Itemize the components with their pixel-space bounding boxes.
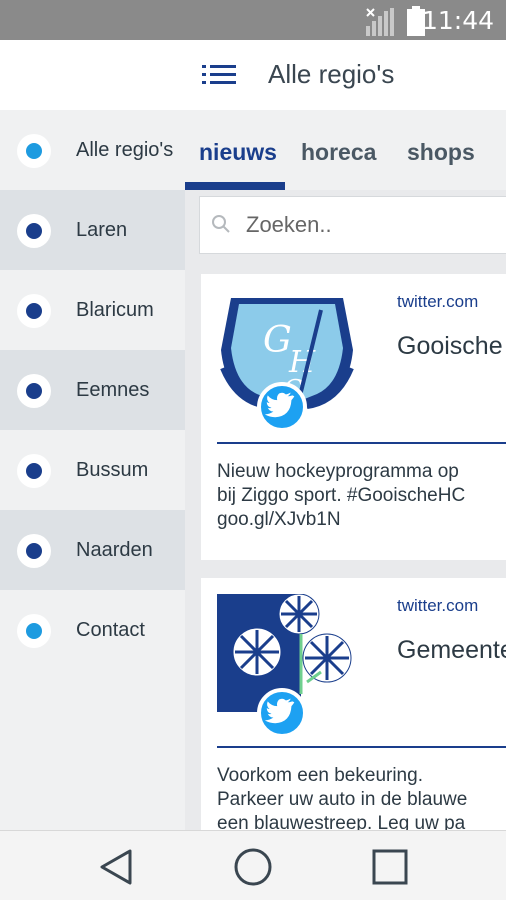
card-source-link[interactable]: twitter.com — [397, 596, 478, 616]
search-box[interactable] — [199, 196, 506, 254]
card-source-link[interactable]: twitter.com — [397, 292, 478, 312]
sidebar-item-label: Eemnes — [76, 379, 150, 401]
card-divider — [217, 442, 506, 444]
signal-icon — [366, 8, 394, 36]
tab-nieuws[interactable]: nieuws — [199, 139, 277, 166]
sidebar-item-bussum[interactable]: Bussum — [0, 430, 185, 510]
region-dot-icon — [17, 374, 51, 408]
card-divider — [217, 746, 506, 748]
sidebar-item-label: Alle regio's — [76, 139, 174, 161]
recent-apps-icon[interactable] — [368, 845, 412, 889]
tab-shops[interactable]: shops — [407, 139, 475, 166]
card-title: Gemeente — [397, 636, 506, 664]
sidebar-item-label: Laren — [76, 219, 128, 241]
active-tab-indicator — [185, 182, 285, 190]
sidebar-item-label: Contact — [76, 619, 145, 641]
svg-text:G: G — [263, 320, 292, 361]
region-dot-icon — [17, 454, 51, 488]
hamburger-menu-icon[interactable] — [202, 62, 236, 88]
tab-horeca[interactable]: horeca — [301, 139, 376, 166]
sidebar-item-blaricum[interactable]: Blaricum — [0, 270, 185, 350]
status-bar: 11:44 — [0, 0, 506, 40]
status-time: 11:44 — [421, 6, 494, 35]
system-nav-bar — [0, 830, 506, 900]
sidebar-item-contact[interactable]: Contact — [0, 590, 185, 670]
sidebar-item-label: Naarden — [76, 539, 153, 561]
card-title: Gooische — [397, 332, 503, 360]
region-dot-icon — [17, 534, 51, 568]
page-title: Alle regio's — [268, 59, 395, 89]
feed-card[interactable]: G H C twitter.com Gooische Nieuw hockeyp… — [201, 274, 506, 560]
region-dot-icon — [17, 614, 51, 648]
app-header: Alle regio's — [0, 40, 506, 110]
search-icon — [212, 215, 230, 233]
region-dot-icon — [17, 214, 51, 248]
back-icon[interactable] — [94, 845, 138, 889]
news-feed: G H C twitter.com Gooische Nieuw hockeyp… — [185, 190, 506, 830]
sidebar-item-laren[interactable]: Laren — [0, 190, 185, 270]
region-dot-icon — [17, 294, 51, 328]
twitter-icon — [257, 688, 307, 738]
card-body: Voorkom een bekeuring. Parkeer uw auto i… — [217, 765, 468, 830]
region-sidebar: Alle regio's Laren Blaricum Eemnes Bussu… — [0, 110, 185, 830]
feed-card[interactable]: twitter.com Gemeente Voorkom een bekeuri… — [201, 578, 506, 830]
sidebar-item-label: Bussum — [76, 459, 149, 481]
home-icon[interactable] — [231, 845, 275, 889]
sidebar-item-naarden[interactable]: Naarden — [0, 510, 185, 590]
sidebar-item-label: Blaricum — [76, 299, 154, 321]
category-tabs: nieuws horeca shops — [185, 110, 506, 190]
region-dot-icon — [17, 134, 51, 168]
sidebar-item-alle-regios[interactable]: Alle regio's — [0, 110, 185, 190]
search-input[interactable] — [246, 209, 506, 241]
sidebar-item-eemnes[interactable]: Eemnes — [0, 350, 185, 430]
twitter-icon — [257, 382, 307, 432]
card-body: Nieuw hockeyprogramma op bij Ziggo sport… — [217, 461, 466, 530]
